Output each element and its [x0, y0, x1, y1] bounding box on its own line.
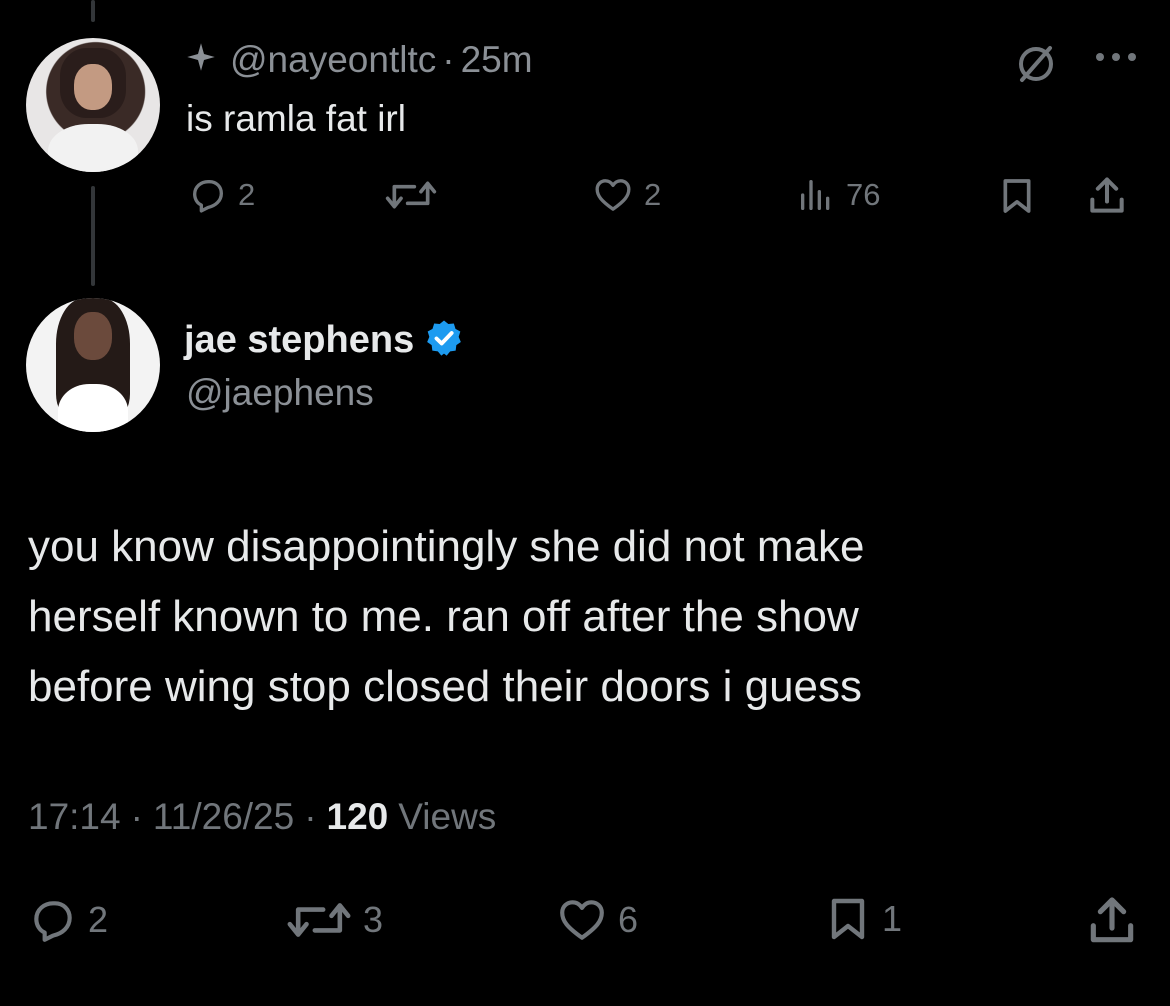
- reply-button[interactable]: 2: [188, 175, 255, 215]
- tweet-meta: 17:14 · 11/26/25 · 120 Views: [28, 796, 496, 838]
- author-handle[interactable]: @nayeontltc: [230, 39, 436, 81]
- views-count[interactable]: 120: [327, 796, 389, 838]
- tweet-text-line: herself known to me. ran off after the s…: [28, 592, 859, 641]
- display-name[interactable]: jae stephens: [184, 319, 414, 362]
- avatar[interactable]: [26, 298, 160, 432]
- reply-icon: [34, 901, 72, 942]
- bookmark-count: 1: [882, 898, 903, 939]
- tweet-text: you know disappointingly she did not mak…: [28, 512, 865, 722]
- author-handle[interactable]: @jaephens: [186, 372, 374, 414]
- timestamp[interactable]: 25m: [461, 39, 533, 81]
- thread-line-bottom: [91, 186, 95, 286]
- tweet-date[interactable]: 11/26/25: [153, 796, 294, 838]
- separator: ·: [130, 796, 143, 837]
- like-button[interactable]: 2: [592, 175, 661, 215]
- like-icon: [560, 900, 604, 940]
- tweet-header: @nayeontltc · 25m: [186, 38, 533, 82]
- like-icon: [595, 179, 631, 211]
- thread-line-top: [91, 0, 95, 22]
- reply-icon: [193, 180, 223, 213]
- bookmark-icon: [1003, 179, 1031, 213]
- share-icon: [1090, 177, 1124, 213]
- like-button[interactable]: 6: [556, 895, 638, 945]
- verified-badge-icon: [424, 318, 464, 363]
- bookmark-button[interactable]: 1: [824, 893, 902, 945]
- avatar[interactable]: [26, 38, 160, 172]
- bookmark-icon: [831, 898, 865, 940]
- separator: ·: [304, 796, 317, 837]
- tweet-text: is ramla fat irl: [186, 98, 406, 139]
- like-count: 6: [618, 899, 639, 940]
- tweet-text-line: you know disappointingly she did not mak…: [28, 522, 865, 571]
- retweet-button[interactable]: [383, 175, 439, 215]
- views-button[interactable]: 76: [796, 175, 880, 215]
- tweet-text-line: before wing stop closed their doors i gu…: [28, 662, 863, 711]
- views-label: Views: [398, 796, 497, 837]
- tweet-time[interactable]: 17:14: [28, 796, 121, 838]
- retweet-icon: [287, 903, 351, 937]
- share-button[interactable]: [1085, 174, 1129, 218]
- separator: ·: [442, 39, 455, 80]
- retweet-button[interactable]: 3: [285, 895, 383, 945]
- reply-count: 2: [238, 177, 256, 212]
- not-interested-icon[interactable]: [1012, 40, 1060, 93]
- share-icon: [1090, 897, 1134, 943]
- retweet-count: 3: [363, 899, 384, 940]
- sparkle-icon: [186, 39, 216, 81]
- like-count: 2: [644, 177, 662, 212]
- views-icon: [801, 180, 830, 210]
- bookmark-button[interactable]: [997, 175, 1037, 217]
- author-name-row: jae stephens: [184, 318, 464, 363]
- share-button[interactable]: [1084, 893, 1140, 949]
- views-count: 76: [846, 177, 881, 212]
- reply-button[interactable]: 2: [28, 895, 108, 945]
- retweet-icon: [385, 181, 437, 209]
- reply-count: 2: [88, 899, 109, 940]
- more-icon[interactable]: [1094, 50, 1138, 69]
